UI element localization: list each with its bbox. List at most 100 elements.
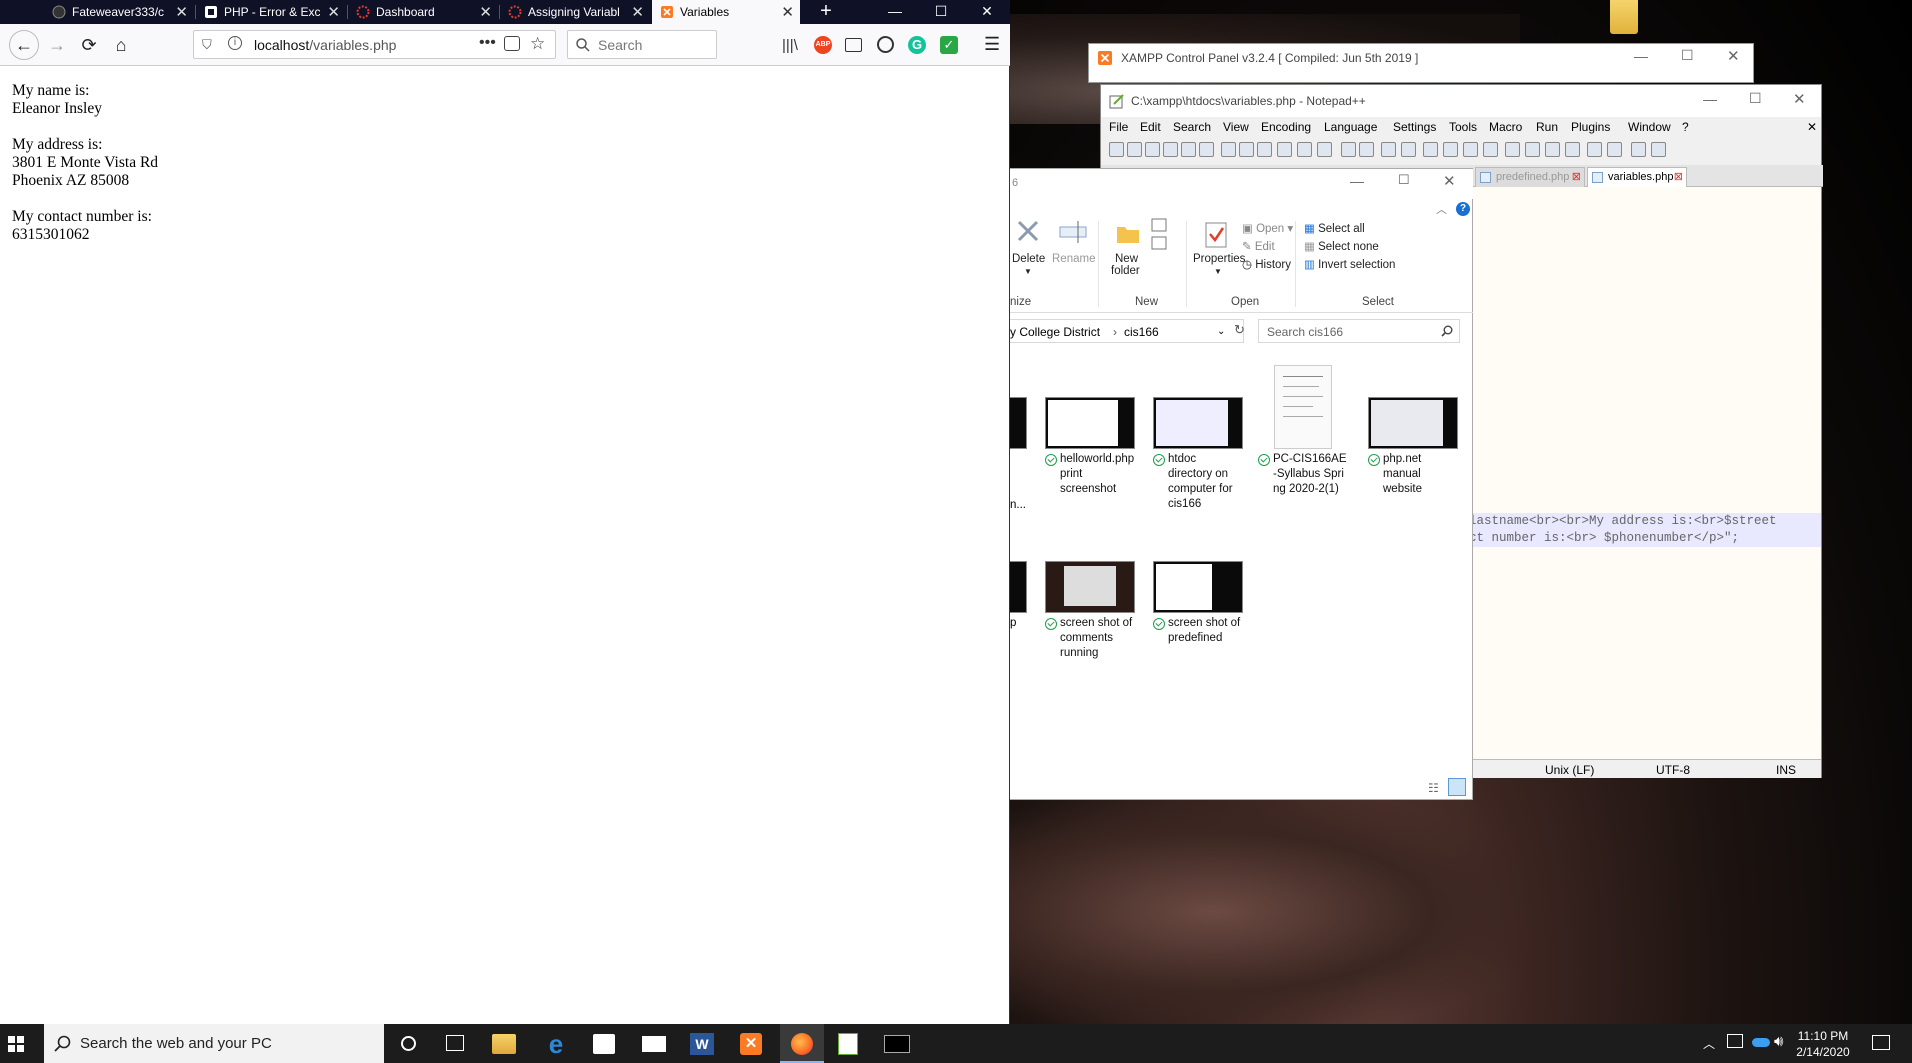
file-explorer-icon[interactable] bbox=[492, 1034, 516, 1054]
chevron-down-icon[interactable]: ▼ bbox=[1024, 267, 1032, 276]
onedrive-icon[interactable] bbox=[1752, 1038, 1770, 1047]
home-button[interactable]: ⌂ bbox=[108, 32, 134, 58]
tab-fateweaver[interactable]: Fateweaver333/c ✕ bbox=[44, 0, 194, 24]
toolbar-button-icon[interactable] bbox=[1109, 142, 1124, 157]
folder-icon[interactable] bbox=[1610, 0, 1638, 34]
minimize-button[interactable]: — bbox=[1703, 91, 1717, 107]
toolbar-button-icon[interactable] bbox=[1257, 142, 1272, 157]
maximize-button[interactable]: ☐ bbox=[1749, 90, 1762, 107]
toolbar-button-icon[interactable] bbox=[1163, 142, 1178, 157]
search-input[interactable]: Search cis166 bbox=[1258, 319, 1460, 343]
menu-view[interactable]: View bbox=[1223, 120, 1249, 134]
toolbar-button-icon[interactable] bbox=[1651, 142, 1666, 157]
close-window-button[interactable]: ✕ bbox=[1793, 90, 1806, 108]
toolbar-button-icon[interactable] bbox=[1381, 142, 1396, 157]
file-item[interactable]: screen shot of comments running bbox=[1045, 561, 1135, 661]
menu-window[interactable]: Window bbox=[1628, 120, 1671, 134]
new-item-icon[interactable] bbox=[1150, 217, 1176, 251]
minimize-button[interactable]: — bbox=[1350, 173, 1364, 189]
new-folder-button[interactable]: New bbox=[1115, 253, 1138, 265]
toolbar-button-icon[interactable] bbox=[1221, 142, 1236, 157]
open-button[interactable]: ▣ Open ▾ bbox=[1242, 221, 1293, 235]
file-item[interactable]: screen shot of predefined bbox=[1153, 561, 1243, 646]
code-line[interactable]: lastname<br><br>My address is:<br>$stree… bbox=[1469, 513, 1821, 530]
delete-icon[interactable] bbox=[1014, 217, 1042, 245]
menu-search[interactable]: Search bbox=[1173, 120, 1211, 134]
menu-run[interactable]: Run bbox=[1536, 120, 1558, 134]
maximize-button[interactable]: ☐ bbox=[918, 0, 964, 24]
menu-icon[interactable]: ☰ bbox=[984, 34, 1000, 55]
minimize-button[interactable]: — bbox=[1634, 48, 1648, 64]
file-item[interactable]: helloworld.php print screenshot bbox=[1045, 397, 1135, 497]
toolbar-button-icon[interactable] bbox=[1359, 142, 1374, 157]
tab-variables-php[interactable]: variables.php ⊠ bbox=[1587, 167, 1687, 187]
file-thumbnail-partial[interactable] bbox=[1010, 397, 1027, 449]
toolbar-button-icon[interactable] bbox=[1199, 142, 1214, 157]
close-icon[interactable]: ⊠ bbox=[1674, 170, 1683, 183]
menu-tools[interactable]: Tools bbox=[1449, 120, 1477, 134]
chevron-up-icon[interactable]: ︿ bbox=[1703, 1035, 1715, 1052]
code-line[interactable]: ct number is:<br> $phonenumber</p>"; bbox=[1469, 530, 1821, 547]
grammarly-icon[interactable]: G bbox=[908, 36, 926, 54]
system-clock[interactable]: 11:10 PM 2/14/2020 bbox=[1790, 1028, 1856, 1060]
url-bar[interactable]: ⛉ i localhost/variables.php ••• ☆ bbox=[193, 30, 556, 59]
toolbar-button-icon[interactable] bbox=[1341, 142, 1356, 157]
close-icon[interactable]: ⊠ bbox=[1572, 170, 1581, 183]
tab-php-error[interactable]: PHP - Error & Exc ✕ bbox=[196, 0, 346, 24]
more-actions-icon[interactable]: ••• bbox=[479, 34, 496, 52]
address-bar[interactable]: y College District › cis166 ⌄ bbox=[1010, 319, 1244, 343]
network-icon[interactable] bbox=[1727, 1034, 1743, 1048]
maximize-button[interactable]: ☐ bbox=[1398, 172, 1410, 188]
menu-language[interactable]: Language bbox=[1324, 120, 1377, 134]
toolbar-button-icon[interactable] bbox=[1463, 142, 1478, 157]
tab-dashboard[interactable]: Dashboard ✕ bbox=[348, 0, 498, 24]
info-icon[interactable]: i bbox=[228, 36, 242, 50]
chevron-right-icon[interactable]: › bbox=[1113, 325, 1117, 339]
toolbar-button-icon[interactable] bbox=[1239, 142, 1254, 157]
file-explorer-window[interactable]: 6 — ☐ ✕ ︿ ? Delete ▼ Rename New folder P… bbox=[1010, 168, 1473, 800]
checkmark-extension-icon[interactable]: ✓ bbox=[940, 36, 958, 54]
tab-variables[interactable]: Variables ✕ bbox=[652, 0, 800, 24]
new-tab-button[interactable]: + bbox=[803, 0, 849, 24]
task-view-icon[interactable] bbox=[446, 1035, 464, 1051]
store-icon[interactable] bbox=[593, 1034, 615, 1054]
tab-assigning-variables[interactable]: Assigning Variabl ✕ bbox=[500, 0, 650, 24]
volume-icon[interactable]: 🔊︎ bbox=[1774, 1033, 1783, 1050]
large-icons-view-icon[interactable] bbox=[1448, 778, 1466, 796]
close-icon[interactable]: ✕ bbox=[479, 3, 492, 21]
windows-start-icon[interactable] bbox=[8, 1036, 24, 1052]
select-none-button[interactable]: ▦ Select none bbox=[1304, 239, 1379, 253]
toolbar-button-icon[interactable] bbox=[1587, 142, 1602, 157]
cortana-icon[interactable] bbox=[401, 1036, 416, 1051]
xampp-window[interactable]: XAMPP Control Panel v3.2.4 [ Compiled: J… bbox=[1088, 43, 1754, 83]
toolbar-button-icon[interactable] bbox=[1443, 142, 1458, 157]
menu-help[interactable]: ? bbox=[1682, 120, 1689, 134]
edge-icon[interactable]: e bbox=[542, 1030, 570, 1058]
new-folder-button-line2[interactable]: folder bbox=[1111, 265, 1140, 277]
new-folder-icon[interactable] bbox=[1114, 219, 1142, 247]
notifications-icon[interactable] bbox=[1872, 1035, 1890, 1050]
firefox-taskbar-button[interactable] bbox=[780, 1024, 824, 1063]
refresh-icon[interactable]: ↻ bbox=[1234, 322, 1245, 338]
file-item[interactable]: php.net manual website bbox=[1368, 397, 1458, 497]
toolbar-button-icon[interactable] bbox=[1277, 142, 1292, 157]
toolbar-button-icon[interactable] bbox=[1607, 142, 1622, 157]
close-icon[interactable]: ✕ bbox=[631, 3, 644, 21]
toolbar-button-icon[interactable] bbox=[1483, 142, 1498, 157]
library-icon[interactable]: |||\ bbox=[782, 37, 798, 54]
breadcrumb-item[interactable]: cis166 bbox=[1124, 325, 1159, 339]
breadcrumb-item[interactable]: y College District bbox=[1010, 325, 1100, 339]
account-icon[interactable] bbox=[877, 36, 894, 53]
close-document-button[interactable]: ✕ bbox=[1807, 120, 1817, 134]
file-label-partial[interactable]: n... bbox=[1010, 499, 1026, 511]
toolbar-button-icon[interactable] bbox=[1127, 142, 1142, 157]
toolbar-button-icon[interactable] bbox=[1525, 142, 1540, 157]
tab-predefined-php[interactable]: predefined.php ⊠ bbox=[1475, 167, 1585, 187]
toolbar-button-icon[interactable] bbox=[1423, 142, 1438, 157]
details-view-icon[interactable]: ☷ bbox=[1428, 781, 1439, 795]
close-icon[interactable]: ✕ bbox=[327, 3, 340, 21]
minimize-button[interactable]: — bbox=[872, 0, 918, 24]
delete-button[interactable]: Delete bbox=[1012, 253, 1045, 265]
properties-icon[interactable] bbox=[1202, 219, 1230, 249]
toolbar-button-icon[interactable] bbox=[1505, 142, 1520, 157]
